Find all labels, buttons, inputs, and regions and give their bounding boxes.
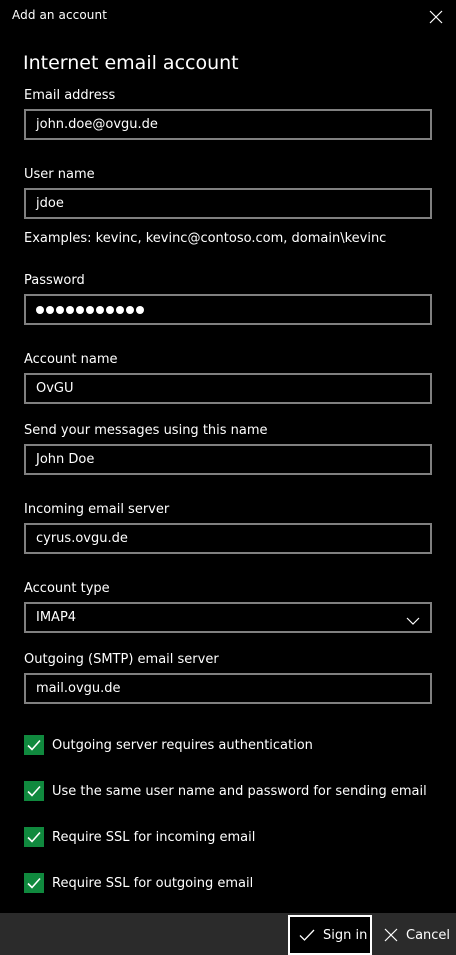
checkbox-label: Require SSL for outgoing email <box>52 875 254 891</box>
title-bar: Add an account <box>0 0 456 33</box>
chevron-down-icon <box>406 612 420 625</box>
close-icon[interactable] <box>428 9 444 25</box>
sign-in-label: Sign in <box>323 927 368 943</box>
password-dot <box>66 305 74 314</box>
outgoing-server-label: Outgoing (SMTP) email server <box>24 652 219 667</box>
password-dot <box>76 305 84 314</box>
page-title: Internet email account <box>23 52 239 74</box>
checkmark-icon <box>299 929 315 941</box>
sign-in-button[interactable]: Sign in <box>288 915 372 955</box>
checkbox-ssl-incoming[interactable]: Require SSL for incoming email <box>24 827 255 847</box>
checkbox-same-credentials[interactable]: Use the same user name and password for … <box>24 781 427 801</box>
password-label: Password <box>24 273 85 288</box>
username-label: User name <box>24 167 95 182</box>
password-mask <box>36 296 430 323</box>
password-dot <box>96 305 104 314</box>
account-name-label: Account name <box>24 352 118 367</box>
window-title: Add an account <box>12 8 108 22</box>
password-dot <box>116 305 124 314</box>
account-type-select[interactable]: IMAP4 <box>24 602 432 633</box>
password-dot <box>136 305 144 314</box>
password-dot <box>36 305 44 314</box>
account-name-field[interactable]: OvGU <box>24 373 432 404</box>
display-name-label: Send your messages using this name <box>24 423 268 438</box>
incoming-server-field[interactable]: cyrus.ovgu.de <box>24 523 432 554</box>
password-dot <box>46 305 54 314</box>
checkbox-label: Use the same user name and password for … <box>52 783 427 799</box>
password-field[interactable] <box>24 294 432 325</box>
cancel-label: Cancel <box>406 927 451 943</box>
password-dot <box>56 305 64 314</box>
account-type-label: Account type <box>24 581 110 596</box>
close-icon <box>384 928 398 942</box>
username-hint: Examples: kevinc, kevinc@contoso.com, do… <box>24 231 387 246</box>
checkbox-checked-icon[interactable] <box>24 873 44 893</box>
account-type-value: IMAP4 <box>36 610 77 625</box>
password-dot <box>106 305 114 314</box>
username-field[interactable]: jdoe <box>24 188 432 219</box>
email-field[interactable]: john.doe@ovgu.de <box>24 109 432 140</box>
checkbox-checked-icon[interactable] <box>24 781 44 801</box>
checkbox-checked-icon[interactable] <box>24 827 44 847</box>
checkbox-label: Require SSL for incoming email <box>52 829 256 845</box>
cancel-button[interactable]: Cancel <box>380 915 450 955</box>
display-name-field[interactable]: John Doe <box>24 444 432 475</box>
password-dot <box>126 305 134 314</box>
password-dot <box>86 305 94 314</box>
checkbox-ssl-outgoing[interactable]: Require SSL for outgoing email <box>24 873 253 893</box>
checkbox-outgoing-auth[interactable]: Outgoing server requires authentication <box>24 735 313 755</box>
incoming-server-label: Incoming email server <box>24 502 170 517</box>
add-account-dialog: Add an account Internet email account Em… <box>0 0 456 955</box>
checkbox-checked-icon[interactable] <box>24 735 44 755</box>
outgoing-server-field[interactable]: mail.ovgu.de <box>24 673 432 704</box>
email-label: Email address <box>24 88 116 103</box>
dialog-footer: Sign in Cancel <box>0 913 456 955</box>
checkbox-label: Outgoing server requires authentication <box>52 737 313 753</box>
